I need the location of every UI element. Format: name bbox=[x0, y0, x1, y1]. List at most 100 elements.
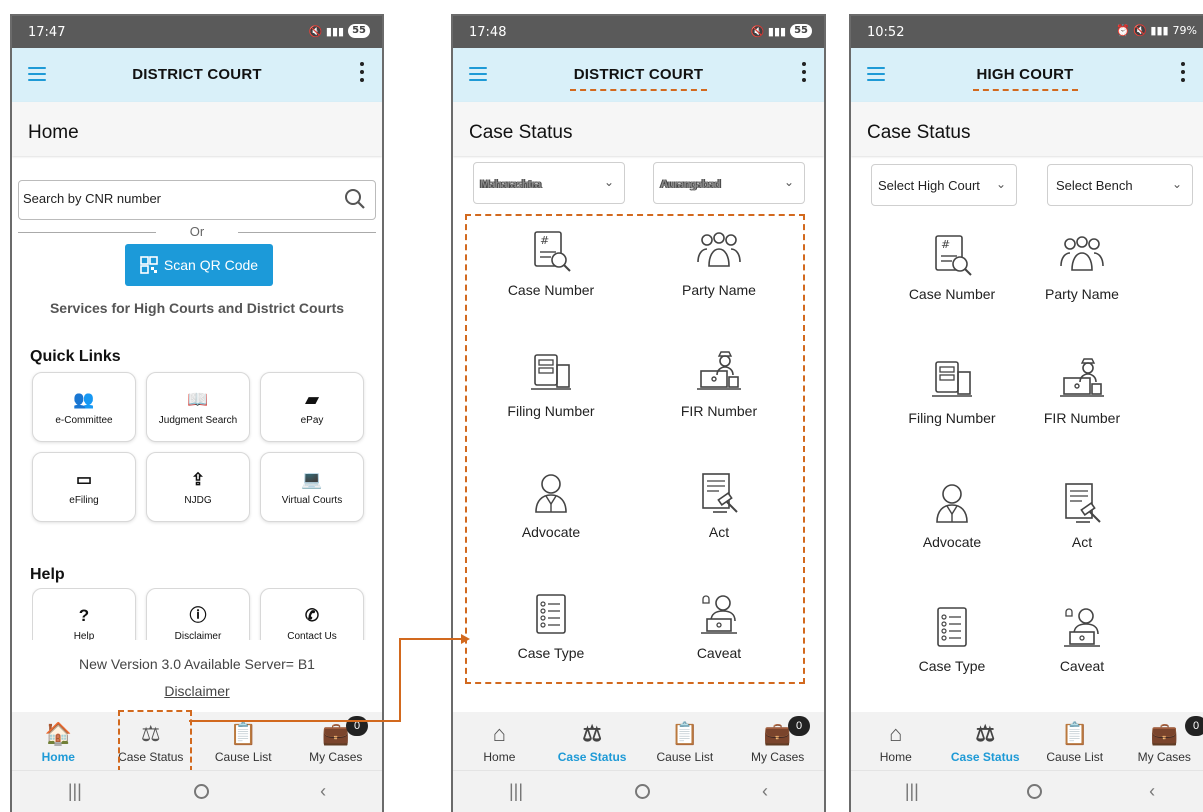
option-label: Case Type bbox=[918, 658, 986, 674]
option-caveat[interactable]: Caveat bbox=[635, 591, 803, 712]
scales-icon: ⚖ bbox=[975, 721, 996, 746]
back-icon[interactable]: ‹ bbox=[762, 781, 768, 802]
state-select[interactable]: Maharashtra ⌄ bbox=[473, 162, 625, 204]
nav-my-cases[interactable]: 💼 My Cases 0 bbox=[731, 712, 824, 770]
page-title: Case Status bbox=[453, 102, 824, 156]
option-advocate[interactable]: Advocate bbox=[887, 480, 1017, 604]
more-options-icon[interactable] bbox=[360, 62, 364, 82]
tile-njdg[interactable]: ⇪ NJDG bbox=[146, 452, 250, 522]
cnr-search-input[interactable] bbox=[23, 191, 323, 206]
nav-home[interactable]: 🏠 Home bbox=[12, 712, 105, 770]
bench-select[interactable]: Select Bench ⌄ bbox=[1047, 164, 1193, 206]
option-case-type[interactable]: Case Type bbox=[467, 591, 635, 712]
nav-cause-list[interactable]: 📋 Cause List bbox=[639, 712, 732, 770]
home-icon: ⌂ bbox=[492, 721, 507, 746]
caveat-icon bbox=[1064, 608, 1100, 647]
bottom-nav: ⌂ Home ⚖ Case Status 📋 Cause List 💼 My Cases… bbox=[851, 712, 1203, 770]
or-divider: Or bbox=[18, 224, 376, 239]
option-party-name[interactable]: Party Name bbox=[635, 228, 803, 349]
nav-label: Cause List bbox=[1046, 750, 1104, 764]
option-label: FIR Number bbox=[680, 403, 758, 419]
tile-label: Disclaimer bbox=[174, 630, 222, 641]
battery-indicator: 79% bbox=[1172, 24, 1197, 37]
option-fir-number[interactable]: FIR Number bbox=[635, 349, 803, 470]
search-icon[interactable] bbox=[343, 187, 367, 211]
tile-epay[interactable]: ▰ ePay bbox=[260, 372, 364, 442]
wallet-icon: ▰ bbox=[305, 389, 319, 409]
people-icon: 👥 bbox=[73, 389, 95, 409]
tile-help[interactable]: ? Help bbox=[32, 588, 136, 640]
chevron-down-icon: ⌄ bbox=[1171, 177, 1182, 191]
phone-icon: ✆ bbox=[304, 605, 320, 625]
option-label: FIR Number bbox=[1043, 410, 1121, 426]
nav-label: Home bbox=[879, 750, 912, 764]
recents-icon[interactable]: ||| bbox=[905, 781, 919, 802]
help-heading: Help bbox=[30, 566, 65, 583]
nav-my-cases[interactable]: 💼 My Cases 0 bbox=[1120, 712, 1203, 770]
disclaimer-link[interactable]: Disclaimer bbox=[12, 683, 382, 699]
status-icons: 🔇 ▮▮▮ 55 bbox=[751, 24, 812, 38]
nav-cause-list[interactable]: 📋 Cause List bbox=[1030, 712, 1120, 770]
recents-icon[interactable]: ||| bbox=[68, 781, 82, 802]
case-number-icon: # bbox=[935, 235, 972, 276]
clipboard-icon: 📋 bbox=[1061, 721, 1089, 746]
nav-case-status[interactable]: ⚖ Case Status bbox=[941, 712, 1031, 770]
page-title: Case Status bbox=[851, 102, 1203, 156]
system-nav: ||| ‹ bbox=[851, 770, 1203, 812]
tile-disclaimer[interactable]: ⓘ Disclaimer bbox=[146, 588, 250, 640]
option-caveat[interactable]: Caveat bbox=[1017, 604, 1147, 728]
count-badge: 0 bbox=[346, 716, 368, 736]
party-name-icon bbox=[697, 232, 741, 267]
option-case-type[interactable]: Case Type bbox=[887, 604, 1017, 728]
option-label: Case Number bbox=[507, 282, 595, 298]
act-icon bbox=[1065, 483, 1101, 523]
tile-e-committee[interactable]: 👥 e-Committee bbox=[32, 372, 136, 442]
nav-my-cases[interactable]: 💼 My Cases 0 bbox=[290, 712, 383, 770]
nav-cause-list[interactable]: 📋 Cause List bbox=[197, 712, 290, 770]
quick-links-grid: 👥 e-Committee 📖 Judgment Search ▰ ePay ▭ eFi… bbox=[32, 372, 366, 522]
nav-home[interactable]: ⌂ Home bbox=[851, 712, 941, 770]
nav-label: Cause List bbox=[214, 750, 272, 764]
scan-qr-button[interactable]: Scan QR Code bbox=[125, 244, 273, 286]
tile-virtual-courts[interactable]: 💻 Virtual Courts bbox=[260, 452, 364, 522]
back-icon[interactable]: ‹ bbox=[1149, 781, 1155, 802]
nav-case-status[interactable]: ⚖ Case Status bbox=[546, 712, 639, 770]
option-case-number[interactable]: # Case Number bbox=[887, 232, 1017, 356]
option-act[interactable]: Act bbox=[635, 470, 803, 591]
home-button-icon[interactable] bbox=[193, 784, 209, 799]
option-label: Filing Number bbox=[908, 410, 996, 426]
laptop-icon: 💻 bbox=[301, 469, 323, 489]
option-label: Party Name bbox=[682, 282, 756, 298]
status-icons: 🔇 ▮▮▮ 55 bbox=[309, 24, 370, 38]
back-icon[interactable]: ‹ bbox=[320, 781, 326, 802]
tile-contact-us[interactable]: ✆ Contact Us bbox=[260, 588, 364, 640]
high-court-select[interactable]: Select High Court ⌄ bbox=[871, 164, 1017, 206]
home-button-icon[interactable] bbox=[1026, 784, 1042, 799]
option-filing-number[interactable]: Filing Number bbox=[467, 349, 635, 470]
option-advocate[interactable]: Advocate bbox=[467, 470, 635, 591]
more-options-icon[interactable] bbox=[802, 62, 806, 82]
home-button-icon[interactable] bbox=[635, 784, 650, 799]
option-party-name[interactable]: Party Name bbox=[1017, 232, 1147, 356]
district-select[interactable]: Aurangabad ⌄ bbox=[653, 162, 805, 204]
highlight-box bbox=[118, 710, 192, 772]
option-filing-number[interactable]: Filing Number bbox=[887, 356, 1017, 480]
window-icon: ▭ bbox=[75, 469, 93, 489]
chevron-down-icon: ⌄ bbox=[783, 175, 794, 189]
tile-label: eFiling bbox=[69, 494, 99, 506]
chevron-down-icon: ⌄ bbox=[603, 175, 614, 189]
option-act[interactable]: Act bbox=[1017, 480, 1147, 604]
option-fir-number[interactable]: FIR Number bbox=[1017, 356, 1147, 480]
battery-indicator: 55 bbox=[348, 24, 370, 38]
nav-label: Home bbox=[41, 750, 75, 764]
more-options-icon[interactable] bbox=[1181, 62, 1185, 82]
status-icons: ⏰ 🔇 ▮▮▮ 79% bbox=[1116, 24, 1197, 37]
tile-judgment-search[interactable]: 📖 Judgment Search bbox=[146, 372, 250, 442]
bottom-nav: ⌂ Home ⚖ Case Status 📋 Cause List 💼 My Cases… bbox=[453, 712, 824, 770]
option-label: Act bbox=[1071, 534, 1093, 550]
nav-home[interactable]: ⌂ Home bbox=[453, 712, 546, 770]
recents-icon[interactable]: ||| bbox=[509, 781, 523, 802]
option-case-number[interactable]: # Case Number bbox=[467, 228, 635, 349]
status-time: 10:52 bbox=[867, 25, 905, 40]
tile-efiling[interactable]: ▭ eFiling bbox=[32, 452, 136, 522]
